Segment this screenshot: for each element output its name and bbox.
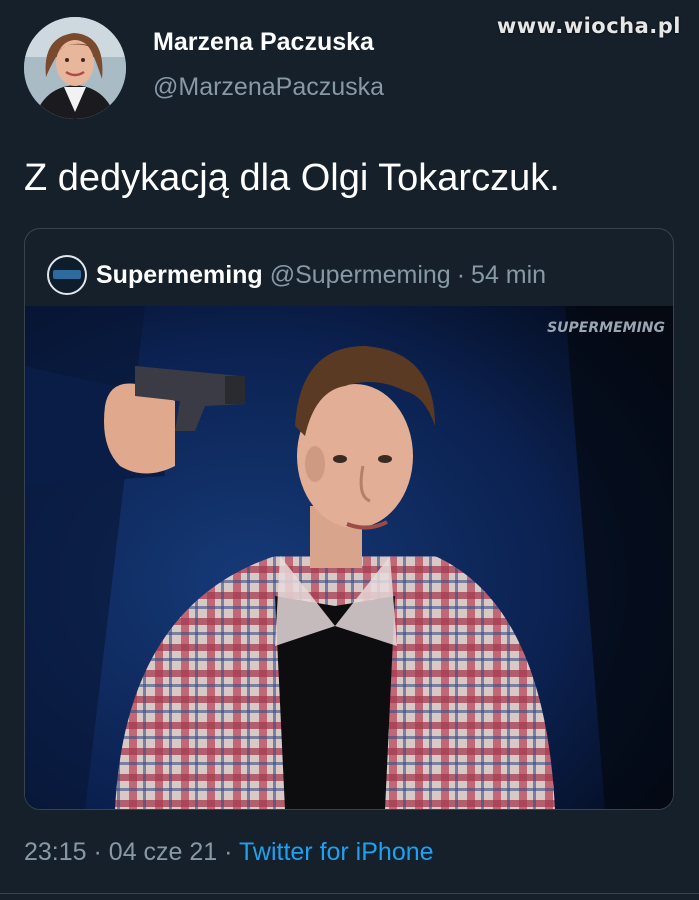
media-illustration: SUPERMEMING — [25, 306, 673, 809]
author-avatar[interactable] — [24, 17, 126, 119]
tweet-date[interactable]: 04 cze 21 — [109, 838, 217, 866]
tweet-header: Marzena Paczuska @MarzenaPaczuska — [24, 17, 384, 119]
quoted-tweet-header: Supermeming @Supermeming · 54 min — [47, 255, 546, 295]
quoted-avatar-logo — [53, 270, 81, 279]
footer-separator-2: · — [224, 838, 233, 866]
author-names: Marzena Paczuska @MarzenaPaczuska — [153, 26, 384, 104]
tweet-time[interactable]: 23:15 — [24, 838, 87, 866]
site-watermark: www.wiocha.pl — [496, 14, 681, 38]
quoted-separator: · — [456, 260, 466, 289]
tweet-footer: 23:15 · 04 cze 21 · Twitter for iPhone — [24, 834, 434, 870]
tweet-source-link[interactable]: Twitter for iPhone — [239, 838, 434, 866]
author-handle[interactable]: @MarzenaPaczuska — [153, 70, 384, 104]
media-watermark: SUPERMEMING — [547, 320, 665, 336]
quoted-author-handle[interactable]: @Supermeming — [270, 261, 451, 290]
divider — [0, 893, 699, 894]
quoted-tweet[interactable]: Supermeming @Supermeming · 54 min SUPERM… — [24, 228, 674, 810]
quoted-author-avatar[interactable] — [47, 255, 87, 295]
author-display-name[interactable]: Marzena Paczuska — [153, 26, 384, 58]
quoted-author-name[interactable]: Supermeming — [96, 261, 263, 290]
tweet-text: Z dedykacją dla Olgi Tokarczuk. — [24, 157, 560, 199]
quoted-timestamp[interactable]: 54 min — [471, 261, 546, 290]
quoted-media-image[interactable]: SUPERMEMING — [25, 306, 673, 809]
avatar-photo — [24, 17, 126, 119]
footer-separator: · — [93, 838, 102, 866]
